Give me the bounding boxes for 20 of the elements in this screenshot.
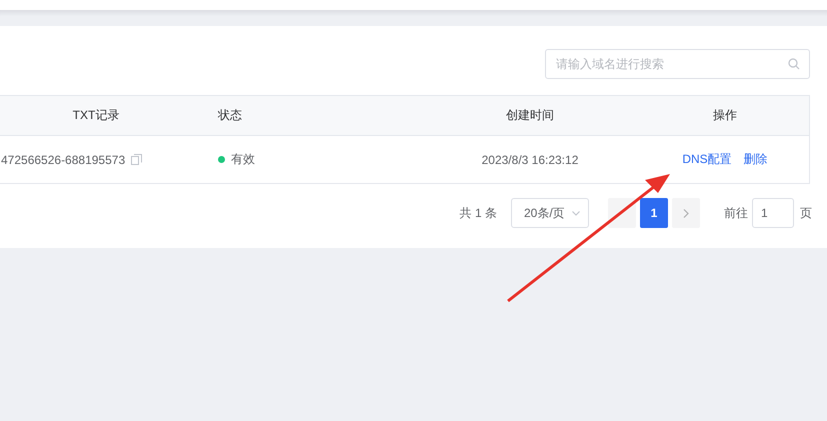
page-button[interactable]: 1 [640, 198, 668, 228]
table-cell: 2023/8/3 16:23:12 [419, 136, 641, 184]
caret-icon [572, 210, 580, 216]
page-suffix: 页 [800, 204, 812, 222]
column-header: 操作 [641, 96, 810, 136]
copy-icon[interactable] [131, 154, 142, 165]
dns-config-link[interactable]: DNS配置 [682, 151, 732, 168]
column-header: 创建时间 [419, 96, 641, 136]
page-input[interactable]: 1 [752, 198, 794, 228]
chevron-right-icon [683, 208, 689, 218]
search-field[interactable]: 请输入域名进行搜索 [545, 49, 810, 79]
total-count: 共 1 条 [460, 204, 497, 222]
delete-link[interactable]: 删除 [744, 151, 768, 168]
column-header: 状态 [206, 96, 419, 136]
status-text: 有效 [231, 151, 255, 168]
table-cell: 472566526-688195573 [1, 152, 126, 166]
goto-label: 前往 [724, 204, 748, 222]
column-header: TXT记录 [0, 96, 206, 136]
page-size-select[interactable]: 20条/页 [511, 198, 589, 228]
search-icon [788, 58, 800, 70]
